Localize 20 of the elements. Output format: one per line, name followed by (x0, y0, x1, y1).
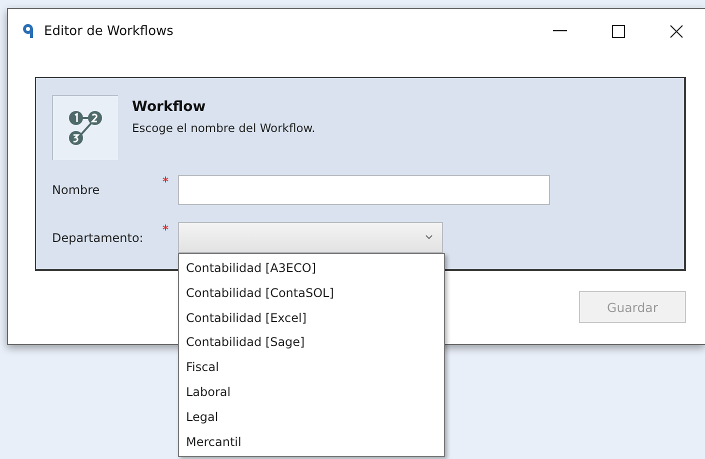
minimize-icon (553, 30, 567, 32)
dropdown-option[interactable]: Contabilidad [A3ECO] (179, 256, 444, 281)
chevron-down-icon (425, 234, 433, 240)
dropdown-option[interactable]: Contabilidad [Excel] (179, 306, 444, 330)
close-icon (670, 24, 682, 38)
field-label: Nombre (52, 182, 101, 196)
dropdown-option[interactable]: Legal (179, 404, 444, 430)
maximize-icon (612, 24, 624, 38)
dropdown-option[interactable]: Fiscal (179, 355, 444, 380)
section-title: Workflow (132, 99, 207, 115)
dropdown-option[interactable]: Contabilidad [ContaSOL] (179, 280, 444, 306)
dropdown-option[interactable]: Laboral (179, 380, 444, 405)
numbered-steps-icon (66, 109, 104, 147)
dropdown-option[interactable]: Contabilidad [Sage] (179, 330, 444, 356)
name-input-field[interactable] (178, 174, 550, 204)
app-logo-icon (22, 23, 34, 39)
section-subtitle: Escoge el nombre del Workflow. (132, 121, 316, 135)
window-title: Editor de Workflows (44, 24, 174, 38)
field-label: Departamento: (52, 230, 144, 244)
dropdown-option[interactable]: Mercantil (179, 430, 444, 454)
